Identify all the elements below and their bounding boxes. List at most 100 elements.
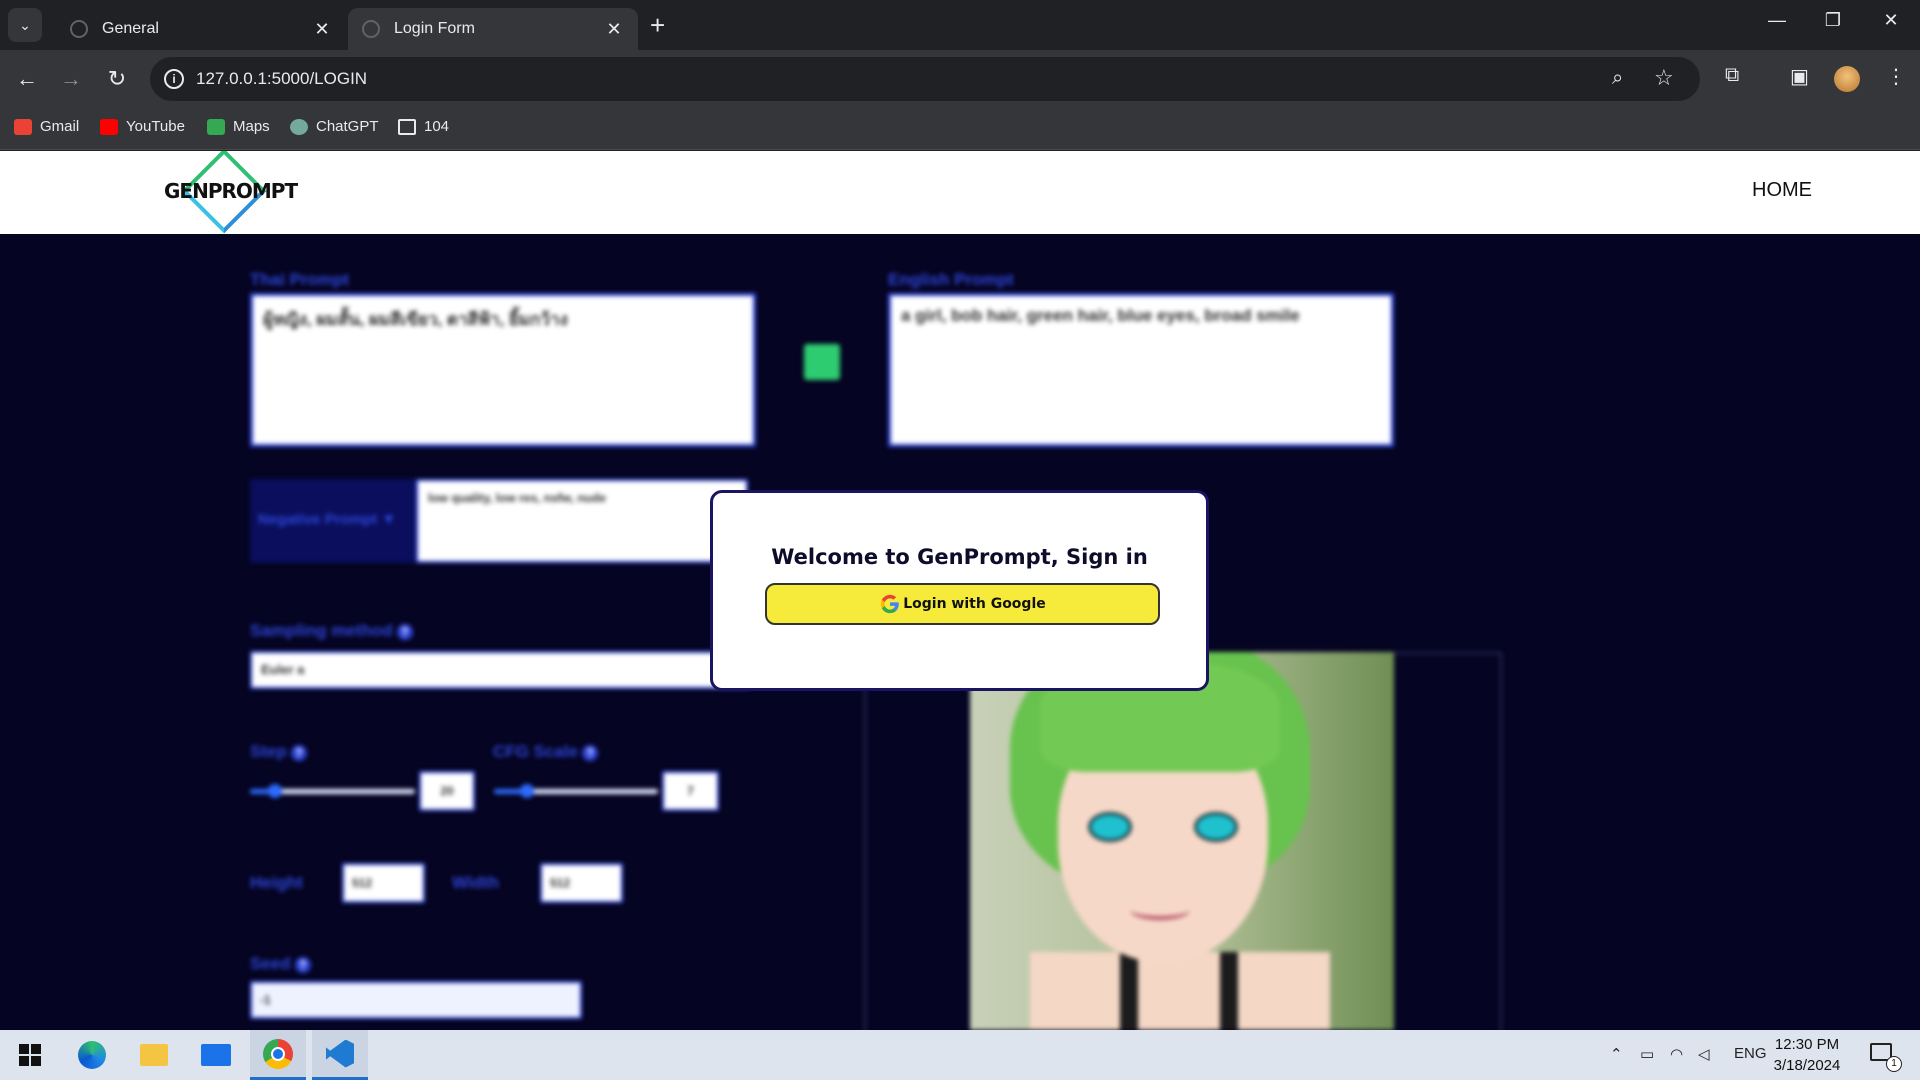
english-prompt-label: English Prompt <box>888 270 1014 289</box>
width-label: Width <box>452 873 500 892</box>
battery-icon[interactable]: ▭ <box>1640 1045 1654 1063</box>
tray-chevron-up-icon[interactable]: ⌃ <box>1610 1045 1623 1063</box>
wifi-icon[interactable]: ◠ <box>1670 1045 1683 1063</box>
help-icon[interactable]: ? <box>290 744 307 761</box>
sampling-method-text: Sampling method <box>250 621 393 640</box>
genprompt-logo[interactable]: GENPROMPT <box>164 151 298 234</box>
windows-icon <box>19 1044 41 1066</box>
tab-general[interactable]: General ✕ <box>56 8 346 50</box>
step-slider[interactable] <box>250 784 415 798</box>
negative-prompt-toggle[interactable]: Negative Prompt ▼ <box>250 479 416 563</box>
url-text: 127.0.0.1:5000/LOGIN <box>196 69 368 88</box>
windows-taskbar: ⌃ ▭ ◠ ◁ ENG 12:30 PM 3/18/2024 1 <box>0 1030 1920 1080</box>
seed-text: Seed <box>250 954 291 973</box>
translate-button[interactable] <box>804 344 840 380</box>
address-bar[interactable]: i 127.0.0.1:5000/LOGIN ⌕ ☆ <box>150 57 1700 101</box>
step-text: Step <box>250 742 287 761</box>
minimize-button[interactable]: — <box>1762 10 1792 31</box>
bookmark-folder-104[interactable]: 104 <box>398 118 449 135</box>
close-icon[interactable]: ✕ <box>312 19 332 40</box>
vscode-icon <box>326 1039 354 1068</box>
modal-title: Welcome to GenPrompt, Sign in <box>771 545 1148 569</box>
logo-text: GENPROMPT <box>164 179 298 203</box>
clock-date: 3/18/2024 <box>1773 1057 1841 1074</box>
sampling-method-select[interactable]: Euler a <box>250 651 750 689</box>
cfg-scale-slider[interactable] <box>494 784 658 798</box>
volume-icon[interactable]: ◁ <box>1698 1045 1710 1063</box>
google-icon <box>881 594 900 614</box>
taskbar-mail[interactable] <box>188 1030 244 1080</box>
profile-avatar[interactable] <box>1834 66 1860 92</box>
taskbar-file-explorer[interactable] <box>126 1030 182 1080</box>
negative-prompt-textarea[interactable]: low quality, low res, nsfw, nude <box>416 479 748 563</box>
chrome-icon <box>263 1038 293 1069</box>
forward-button[interactable]: → <box>56 64 86 94</box>
bookmarks-bar: Gmail YouTube Maps ChatGPT 104 <box>0 108 1920 150</box>
cfg-scale-input[interactable]: 7 <box>662 771 719 811</box>
step-input[interactable]: 20 <box>419 771 475 811</box>
bookmark-chatgpt[interactable]: ChatGPT <box>290 118 379 135</box>
bookmark-star-icon[interactable]: ☆ <box>1654 65 1674 91</box>
english-prompt-textarea[interactable]: a girl, bob hair, green hair, blue eyes,… <box>888 293 1394 447</box>
tab-title: General <box>102 20 159 37</box>
browser-toolbar: ← → ↻ i 127.0.0.1:5000/LOGIN ⌕ ☆ ⧉ ▣ ⋮ <box>0 50 1920 108</box>
taskbar-vscode[interactable] <box>312 1030 368 1080</box>
seed-input[interactable]: -1 <box>250 981 582 1019</box>
image-smile <box>1130 900 1190 920</box>
nav-home-link[interactable]: HOME <box>1752 179 1812 202</box>
window-close-button[interactable]: ✕ <box>1876 10 1906 31</box>
chrome-icon-center <box>271 1046 285 1061</box>
generated-image[interactable] <box>970 652 1394 1030</box>
page-viewport: GENPROMPT HOME Thai Prompt ผู้หญิง, ผมสั… <box>0 151 1920 1030</box>
bookmark-label: YouTube <box>126 118 185 135</box>
zoom-icon[interactable]: ⌕ <box>1612 67 1623 90</box>
step-slider-knob[interactable] <box>267 784 282 798</box>
cfg-slider-knob[interactable] <box>519 784 534 798</box>
bookmark-label: 104 <box>424 118 450 135</box>
clock[interactable]: 12:30 PM 3/18/2024 <box>1760 1034 1854 1076</box>
cfg-scale-label: CFG Scale? <box>493 742 599 762</box>
tab-login-form[interactable]: Login Form ✕ <box>348 8 638 50</box>
start-button[interactable] <box>2 1030 58 1080</box>
bookmark-label: ChatGPT <box>316 118 379 135</box>
login-with-google-button[interactable]: Login with Google <box>765 583 1160 625</box>
sampling-method-label: Sampling method? <box>250 621 413 641</box>
height-label: Height <box>250 873 303 892</box>
image-shoulders <box>1030 952 1330 1030</box>
menu-icon[interactable]: ⋮ <box>1886 64 1906 89</box>
back-button[interactable]: ← <box>12 64 42 94</box>
reload-button[interactable]: ↻ <box>102 64 132 94</box>
cfg-scale-text: CFG Scale <box>493 742 579 761</box>
site-info-icon[interactable]: i <box>164 69 184 89</box>
image-eye-left <box>1088 812 1132 842</box>
taskbar-chrome[interactable] <box>250 1030 306 1080</box>
help-icon[interactable]: ? <box>582 744 599 761</box>
edge-icon <box>78 1041 106 1069</box>
login-button-label: Login with Google <box>903 596 1046 612</box>
mail-icon <box>201 1044 231 1066</box>
width-input[interactable]: 512 <box>540 863 623 903</box>
close-icon[interactable]: ✕ <box>604 19 624 40</box>
login-modal: Welcome to GenPrompt, Sign in Login with… <box>710 490 1209 691</box>
height-input[interactable]: 512 <box>342 863 425 903</box>
restore-button[interactable]: ❐ <box>1818 10 1848 31</box>
taskbar-edge[interactable] <box>64 1030 120 1080</box>
maps-icon <box>207 118 225 135</box>
help-icon[interactable]: ? <box>294 956 311 973</box>
bookmark-gmail[interactable]: Gmail <box>14 118 79 135</box>
thai-prompt-textarea[interactable]: ผู้หญิง, ผมสั้น, ผมสีเขียว, ตาสีฟ้า, ยิ้… <box>250 293 756 447</box>
globe-icon <box>362 20 380 38</box>
tab-search-button[interactable]: ⌄ <box>8 8 42 42</box>
bookmark-label: Gmail <box>40 118 80 135</box>
tab-strip: ⌄ General ✕ Login Form ✕ + — ❐ ✕ <box>0 0 1920 50</box>
help-icon[interactable]: ? <box>396 623 413 640</box>
step-label: Step? <box>250 742 307 762</box>
seed-label: Seed? <box>250 954 311 974</box>
new-tab-button[interactable]: + <box>650 12 665 38</box>
extensions-icon[interactable]: ⧉ <box>1725 64 1739 87</box>
bookmark-youtube[interactable]: YouTube <box>100 118 185 135</box>
bookmark-maps[interactable]: Maps <box>207 118 270 135</box>
youtube-icon <box>100 118 118 135</box>
notifications-count: 1 <box>1886 1056 1902 1072</box>
side-panel-icon[interactable]: ▣ <box>1790 64 1809 89</box>
